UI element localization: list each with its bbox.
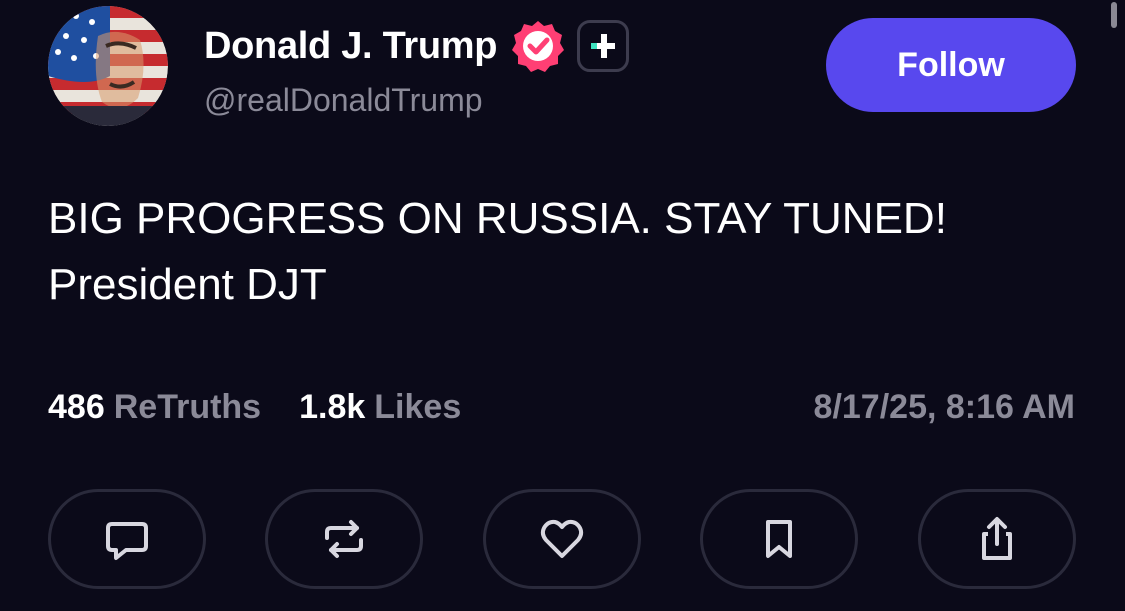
avatar-image [48, 6, 168, 126]
truth-post: Donald J. Trump @realDonaldTrump Follow … [0, 0, 1125, 611]
share-button[interactable] [918, 489, 1076, 589]
follow-button[interactable]: Follow [826, 18, 1076, 112]
likes-stat[interactable]: 1.8k Likes [299, 388, 461, 427]
retruth-button[interactable] [265, 489, 423, 589]
retruths-stat[interactable]: 486 ReTruths [48, 388, 261, 427]
author-display-name[interactable]: Donald J. Trump [204, 25, 498, 68]
verified-check-badge-icon [511, 19, 565, 73]
retruths-count: 486 [48, 387, 105, 426]
likes-label: Likes [374, 387, 462, 426]
post-text-line: BIG PROGRESS ON RUSSIA. STAY TUNED! [48, 194, 947, 243]
bookmark-button[interactable] [700, 489, 858, 589]
post-stats: 486 ReTruths 1.8k Likes [48, 386, 461, 428]
post-text-line: President DJT [48, 260, 327, 309]
action-bar [48, 489, 1076, 589]
likes-count: 1.8k [299, 387, 366, 426]
retruths-label: ReTruths [113, 387, 262, 426]
truth-plus-icon [577, 20, 630, 72]
reply-button[interactable] [48, 489, 206, 589]
post-text: BIG PROGRESS ON RUSSIA. STAY TUNED! Pres… [48, 186, 1088, 318]
post-timestamp: 8/17/25, 8:16 AM [813, 387, 1075, 426]
author-handle[interactable]: @realDonaldTrump [204, 82, 483, 119]
avatar[interactable] [48, 6, 168, 126]
retruth-icon [325, 520, 363, 558]
bookmark-icon [766, 520, 792, 558]
scrollbar-thumb[interactable] [1111, 2, 1117, 28]
share-icon [982, 517, 1012, 560]
comment-icon [106, 522, 148, 560]
author-row: Donald J. Trump [204, 18, 630, 74]
heart-icon [540, 519, 584, 558]
like-button[interactable] [483, 489, 641, 589]
